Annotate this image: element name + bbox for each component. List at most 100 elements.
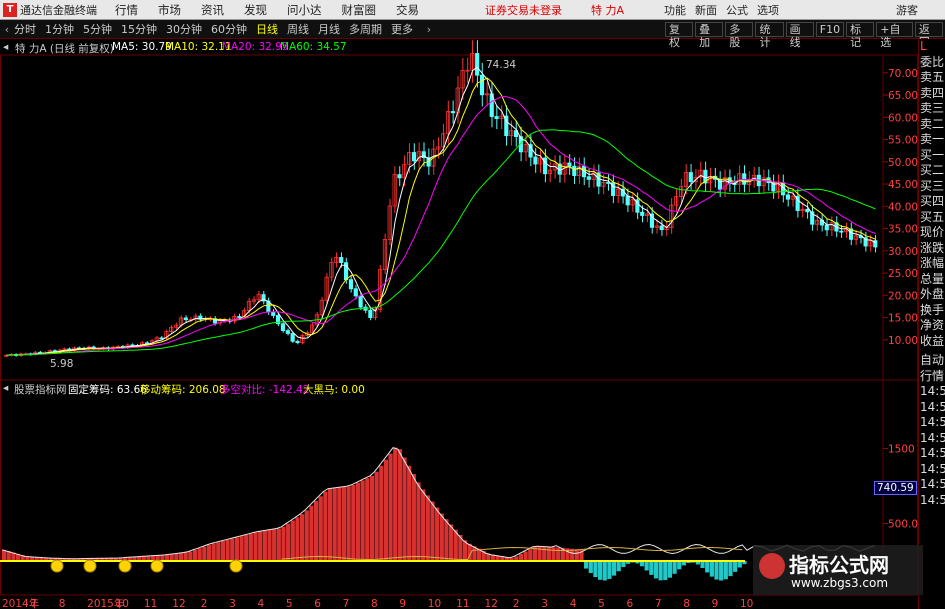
candle-body [572, 165, 577, 176]
indicator-cyan-bar [714, 561, 719, 580]
indicator-red-bar [407, 465, 412, 561]
chevron-right-icon[interactable]: › [422, 23, 436, 36]
panel-bid4: 买四 [920, 194, 945, 208]
price-tick-label: 25.00 [888, 268, 918, 280]
candle-body [824, 224, 829, 231]
indicator-red-bar [397, 449, 402, 561]
panel-quotes[interactable]: 行情 [919, 369, 945, 385]
tool-f10[interactable]: F10 [815, 21, 845, 37]
menu-item-wealth[interactable]: 财富圈 [342, 2, 377, 18]
panel-outer: 外盘 [920, 287, 945, 301]
indicator-red-bar [337, 487, 342, 561]
period-weekly[interactable]: 周线 [287, 21, 309, 37]
smiley-marker-icon [83, 559, 97, 573]
panel-turnover: 换手 [920, 302, 945, 317]
period-5min[interactable]: 5分钟 [83, 21, 112, 37]
indicator-red-bar [416, 482, 421, 561]
menu-item-discover[interactable]: 发现 [244, 2, 267, 18]
price-tick-label: 70.00 [888, 68, 918, 80]
guest-user[interactable]: 游客 [896, 2, 918, 18]
time-tick-label: 8 [59, 598, 66, 609]
watermark-logo-icon [759, 553, 785, 579]
indicator-cyan-bar [719, 561, 724, 581]
menu-options[interactable]: 选项 [757, 2, 779, 18]
menu-item-market[interactable]: 市场 [158, 2, 181, 18]
menu-item-news[interactable]: 资讯 [201, 2, 224, 18]
period-toolbar: ‹ 分时 1分钟 5分钟 15分钟 30分钟 60分钟 日线 周线 月线 多周期… [0, 20, 945, 49]
indicator-red-bar [202, 546, 207, 561]
tool-mark[interactable]: 标记 [846, 21, 875, 49]
period-1min[interactable]: 1分钟 [45, 21, 74, 37]
watermark: 指标公式网 www.zbgs3.com [753, 545, 923, 595]
panel-auto[interactable]: 自动 [919, 353, 945, 369]
dark-horse-value: 大黑马: 0.00 [303, 384, 365, 396]
candle-body [271, 311, 276, 316]
indicator-red-bar [216, 542, 221, 561]
menu-new-page[interactable]: 新面 [695, 2, 717, 18]
indicator-red-bar [318, 496, 323, 561]
indicator-red-bar [327, 488, 333, 561]
indicator-red-bar [239, 536, 244, 561]
moving-chip-value: 移动筹码: 206.08 [140, 384, 226, 396]
indicator-red-bar [197, 548, 202, 561]
time-tick-label: 12 [485, 598, 498, 609]
panel-bid5: 买五 [920, 209, 945, 224]
indicator-name[interactable]: 股票指标网 [14, 382, 67, 397]
period-more[interactable]: 更多 [391, 21, 413, 37]
indicator-red-bar [369, 475, 375, 561]
period-30min[interactable]: 30分钟 [166, 21, 202, 37]
indicator-red-bar [449, 524, 454, 561]
stock-name: 特 力A [591, 3, 625, 17]
indicator-arrow-icon[interactable]: ◂ [3, 382, 8, 394]
price-tick-label: 10.00 [888, 335, 918, 347]
period-15min[interactable]: 15分钟 [121, 21, 157, 37]
indicator-red-bar [383, 459, 389, 561]
menu-formula[interactable]: 公式 [726, 2, 748, 18]
menu-item-quotes[interactable]: 行情 [115, 2, 138, 18]
tool-draw[interactable]: 画线 [785, 21, 814, 49]
chart-arrow-icon[interactable]: ◂ [3, 41, 8, 53]
tool-overlay[interactable]: 叠加 [695, 21, 724, 49]
candle-body [339, 257, 344, 264]
indicator-cyan-bar [644, 561, 649, 571]
panel-time-2: 14:55 [920, 399, 945, 414]
tool-multi-stock[interactable]: 多股 [725, 21, 754, 49]
indicator-cyan-bar [733, 561, 738, 572]
menu-function[interactable]: 功能 [664, 2, 686, 18]
period-daily[interactable]: 日线 [256, 21, 278, 37]
indicator-red-bar [528, 549, 533, 561]
indicator-red-bar [556, 547, 561, 561]
price-tick-label: 40.00 [888, 201, 918, 213]
chart-canvas[interactable]: 15001000500.0 70.0065.0060.0055.0050.004… [0, 39, 918, 609]
indicator-red-bar [332, 488, 337, 561]
indicator-red-bar [169, 554, 174, 561]
period-monthly[interactable]: 月线 [318, 21, 340, 37]
chevron-left-icon[interactable]: ‹ [0, 23, 14, 36]
login-status[interactable]: 证券交易未登录 [485, 2, 562, 18]
panel-time-8: 14:55 [920, 492, 945, 507]
indicator-cyan-bar [658, 561, 663, 581]
candle-body [839, 230, 844, 233]
indicator-cyan-bar [653, 561, 659, 579]
ma-line-1 [6, 77, 876, 356]
tool-stats[interactable]: 统计 [755, 21, 784, 49]
period-multi[interactable]: 多周期 [349, 21, 382, 37]
tool-add-watchlist[interactable]: +自选 [876, 21, 913, 49]
period-60min[interactable]: 60分钟 [211, 21, 247, 37]
tool-back[interactable]: 返回 [914, 21, 944, 49]
right-quote-panel: L 委比 卖五 卖四 卖三 卖二 卖一 买一 买二 买三 买四 买五 现价 涨跌… [918, 39, 945, 609]
tool-adjust[interactable]: 复权 [665, 21, 694, 49]
indicator-cyan-bar [663, 561, 668, 581]
indicator-cyan-bar [667, 561, 673, 578]
time-tick-label: 4 [570, 598, 577, 609]
indicator-red-bar [225, 539, 230, 561]
indicator-cyan-bar [598, 561, 603, 580]
ma-line-0 [6, 66, 876, 356]
menu-item-assistant[interactable]: 问小达 [287, 2, 322, 18]
period-intraday[interactable]: 分时 [14, 21, 36, 37]
price-tick-label: 15.00 [888, 313, 918, 325]
menu-item-trade[interactable]: 交易 [396, 2, 419, 18]
smiley-marker-icon [150, 559, 164, 573]
main-chart-title: 特 力A (日线 前复权) [15, 43, 114, 55]
indicator-red-bar [551, 547, 556, 561]
